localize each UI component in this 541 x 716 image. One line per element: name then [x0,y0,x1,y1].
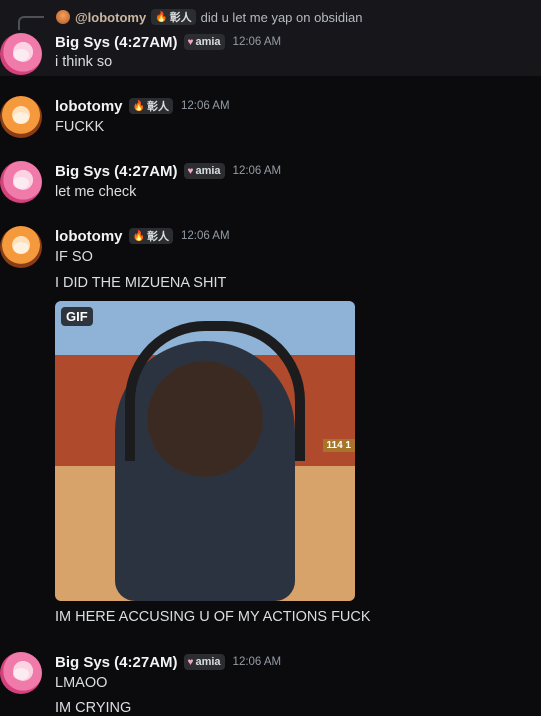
reply-connector [18,16,44,30]
avatar[interactable] [0,161,42,203]
author-name[interactable]: Big Sys (4:27AM) [55,34,178,51]
user-tag: 🔥 彰人 [128,228,173,244]
user-tag: 🔥 彰人 [128,98,173,114]
message-text: IF SO [55,249,93,265]
avatar[interactable] [0,652,42,694]
message-text: i think so [55,54,113,70]
gif-badge: GIF [61,307,93,326]
timestamp: 12:06 AM [232,656,282,668]
fire-icon: 🔥 [132,230,145,242]
reply-author[interactable]: @lobotomy [75,10,146,25]
avatar[interactable] [0,96,42,138]
user-tag: ♥ amia [183,163,225,179]
author-name[interactable]: lobotomy [55,228,123,245]
reply-reference[interactable]: @lobotomy 🔥 彰人 did u let me yap on obsidi… [56,8,363,26]
fire-icon: 🔥 [155,11,168,23]
heart-icon: ♥ [187,165,194,177]
heart-icon: ♥ [187,36,194,48]
avatar[interactable] [0,33,42,75]
author-name[interactable]: Big Sys (4:27AM) [55,654,178,671]
message-header: Big Sys (4:27AM) ♥ amia 12:06 AM [55,161,281,181]
message-text: LMAOO [55,675,108,691]
reply-avatar [56,10,70,24]
user-tag: ♥ amia [183,34,225,50]
gif-overlay-text: 114 1 [322,439,355,452]
message-header: Big Sys (4:27AM) ♥ amia 12:06 AM [55,32,281,52]
message-header: lobotomy 🔥 彰人 12:06 AM [55,226,230,246]
fire-icon: 🔥 [132,100,145,112]
reply-text: did u let me yap on obsidian [200,9,363,25]
message-text: I DID THE MIZUENA SHIT [55,275,227,291]
message-text: IM HERE ACCUSING U OF MY ACTIONS FUCK [55,609,371,625]
avatar[interactable] [0,226,42,268]
message-text: let me check [55,184,137,200]
author-name[interactable]: Big Sys (4:27AM) [55,163,178,180]
message-header: lobotomy 🔥 彰人 12:06 AM [55,96,230,116]
reply-tag: 🔥 彰人 [151,9,196,25]
message-text: IM CRYING [55,700,132,716]
timestamp: 12:06 AM [232,165,282,177]
timestamp: 12:06 AM [180,100,230,112]
timestamp: 12:06 AM [180,230,230,242]
headphones-shape [125,321,305,461]
timestamp: 12:06 AM [232,36,282,48]
message-header: Big Sys (4:27AM) ♥ amia 12:06 AM [55,652,281,672]
user-tag: ♥ amia [183,654,225,670]
gif-attachment[interactable]: 114 1 GIF [55,301,355,601]
message-text: FUCKK [55,119,105,135]
heart-icon: ♥ [187,656,194,668]
author-name[interactable]: lobotomy [55,98,123,115]
